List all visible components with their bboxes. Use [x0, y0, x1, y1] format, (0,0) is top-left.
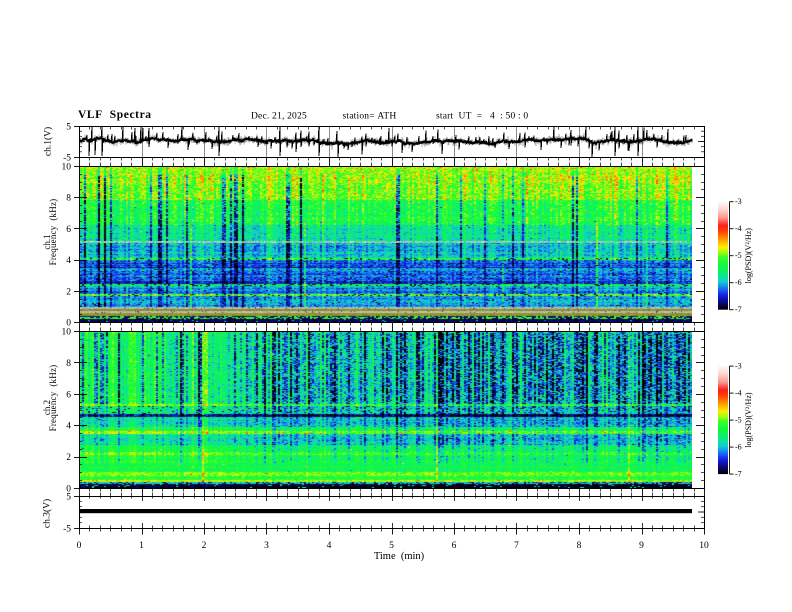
- svg-text:1: 1: [139, 541, 144, 551]
- svg-text:5: 5: [66, 493, 71, 503]
- svg-text:-7: -7: [735, 470, 742, 479]
- svg-text:4: 4: [66, 256, 71, 266]
- svg-text:-6: -6: [735, 278, 742, 287]
- svg-text:7: 7: [514, 541, 519, 551]
- svg-text:-5: -5: [735, 251, 742, 260]
- svg-text:start UT = 4 : 50 : 0: start UT = 4 : 50 : 0: [436, 112, 528, 122]
- svg-text:-7: -7: [735, 305, 742, 314]
- svg-text:5: 5: [389, 541, 394, 551]
- svg-text:-3: -3: [735, 362, 742, 371]
- svg-text:6: 6: [452, 541, 457, 551]
- svg-text:9: 9: [639, 541, 644, 551]
- svg-text:ch.1(V): ch.1(V): [43, 127, 54, 156]
- svg-text:-6: -6: [735, 443, 742, 452]
- svg-text:6: 6: [66, 225, 71, 235]
- svg-text:Time (min): Time (min): [374, 551, 425, 562]
- svg-text:10: 10: [62, 328, 72, 338]
- svg-text:8: 8: [66, 194, 71, 204]
- svg-text:0: 0: [77, 541, 82, 551]
- svg-text:Dec. 21, 2025: Dec. 21, 2025: [251, 112, 307, 122]
- svg-text:-3: -3: [735, 197, 742, 206]
- svg-text:4: 4: [66, 422, 71, 432]
- svg-text:log(PSD)(V²/Hz): log(PSD)(V²/Hz): [744, 228, 753, 284]
- svg-text:3: 3: [264, 541, 269, 551]
- svg-text:10: 10: [62, 163, 72, 173]
- svg-text:2: 2: [202, 541, 207, 551]
- svg-text:Frequency (kHz): Frequency (kHz): [48, 199, 58, 266]
- svg-text:10: 10: [699, 541, 709, 551]
- svg-text:2: 2: [66, 453, 71, 463]
- svg-text:4: 4: [327, 541, 332, 551]
- svg-text:-5: -5: [735, 416, 742, 425]
- svg-text:-4: -4: [735, 224, 742, 233]
- svg-text:-4: -4: [735, 389, 742, 398]
- svg-text:5: 5: [66, 123, 71, 133]
- svg-text:ch.3(V): ch.3(V): [42, 499, 53, 528]
- svg-text:6: 6: [66, 390, 71, 400]
- svg-text:station= ATH: station= ATH: [343, 112, 397, 122]
- svg-text:8: 8: [66, 359, 71, 369]
- svg-text:2: 2: [66, 287, 71, 297]
- svg-text:VLF Spectra: VLF Spectra: [78, 109, 152, 121]
- svg-text:-5: -5: [63, 525, 71, 535]
- svg-text:8: 8: [577, 541, 582, 551]
- svg-text:Frequency (kHz): Frequency (kHz): [48, 365, 58, 432]
- svg-text:log(PSD)(V²/Hz): log(PSD)(V²/Hz): [744, 392, 753, 448]
